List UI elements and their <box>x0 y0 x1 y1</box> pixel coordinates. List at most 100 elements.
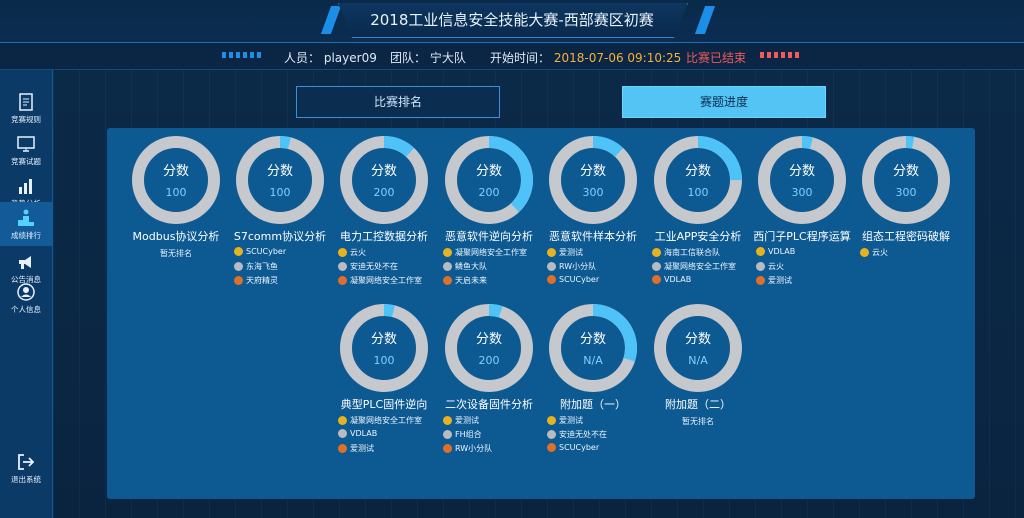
tab-progress[interactable]: 赛题进度 <box>622 86 826 118</box>
team-name: 安迪无处不在 <box>559 430 607 439</box>
gold-medal-icon <box>338 416 347 425</box>
team-name: 东海飞鱼 <box>246 262 278 271</box>
ring-score: 300 <box>896 186 917 199</box>
rank-row: 凝聚网络安全工作室 <box>338 415 434 429</box>
score-ring: 分数 100 <box>340 304 428 392</box>
challenge-title: 组态工程密码破解 <box>862 230 950 243</box>
stripe-decoration-right <box>760 52 800 58</box>
challenge-card[interactable]: 分数 100 工业APP安全分析 海南工信联合队 凝聚网络安全工作室 VDLAB <box>648 134 748 289</box>
team-name: 云火 <box>872 248 888 257</box>
ring-label: 分数 <box>685 332 711 347</box>
team-name: SCUCyber <box>559 443 600 452</box>
sidebar-item-label: 个人信息 <box>11 305 41 314</box>
gold-medal-icon <box>443 416 452 425</box>
ring-track <box>549 136 637 224</box>
challenge-card[interactable]: 分数 100 典型PLC固件逆向 凝聚网络安全工作室 VDLAB 爱测试 <box>334 302 434 457</box>
tab-ranking[interactable]: 比赛排名 <box>296 86 500 118</box>
rank-row: 安迪无处不在 <box>547 429 643 443</box>
ring-track <box>132 136 220 224</box>
challenge-title: 恶意软件逆向分析 <box>445 230 533 243</box>
sidebar-item-questions[interactable]: 竞赛试题 <box>0 128 52 172</box>
gold-medal-icon <box>443 248 452 257</box>
rank-row: VDLAB <box>652 275 748 289</box>
ring-score: 300 <box>583 186 604 199</box>
challenge-card[interactable]: 分数 N/A 附加题（一） 爱测试 安迪无处不在 SCUCyber <box>543 302 643 457</box>
sidebar-item-label: 成绩排行 <box>11 231 41 240</box>
podium-icon <box>18 209 34 226</box>
challenge-title: 附加题（一） <box>560 398 626 411</box>
ring-track <box>862 136 950 224</box>
sidebar: 竞赛规则 竞赛试题 趋势分析 成绩排行 公告消息 个人信息 <box>0 70 53 518</box>
team-name: 海南工信联合队 <box>664 248 720 257</box>
gold-medal-icon <box>547 248 556 257</box>
sidebar-item-label: 竞赛试题 <box>11 157 41 166</box>
ring-track <box>340 304 428 392</box>
score-ring: 分数 100 <box>654 136 742 224</box>
bronze-medal-icon <box>547 275 556 284</box>
rank-row: 云火 <box>338 247 434 261</box>
rank-row: SCUCyber <box>547 443 643 457</box>
team-name: 天启未来 <box>455 276 487 285</box>
ring-score: 100 <box>166 186 187 199</box>
ring-score: 100 <box>270 186 291 199</box>
rank-row: 爱测试 <box>547 247 643 261</box>
rank-list: 爱测试 安迪无处不在 SCUCyber <box>543 415 643 457</box>
silver-medal-icon <box>338 262 347 271</box>
challenge-title: Modbus协议分析 <box>132 230 220 243</box>
rank-row: 云火 <box>756 261 852 275</box>
rank-list: VDLAB 云火 爱测试 <box>752 247 852 289</box>
rank-row: 凝聚网络安全工作室 <box>652 261 748 275</box>
monitor-icon <box>17 136 35 152</box>
challenge-card[interactable]: 分数 200 恶意软件逆向分析 凝聚网络安全工作室 鳞鱼大队 天启未来 <box>439 134 539 289</box>
user-icon <box>17 283 35 301</box>
ring-label: 分数 <box>371 164 397 179</box>
rank-row: 天府精灵 <box>234 275 330 289</box>
challenge-card[interactable]: 分数 100 S7comm协议分析 SCUCyber 东海飞鱼 天府精灵 <box>230 134 330 289</box>
challenge-card[interactable]: 分数 300 恶意软件样本分析 爱测试 RW小分队 SCUCyber <box>543 134 643 289</box>
ring-label: 分数 <box>476 332 502 347</box>
start-time-info: 开始时间： 2018-07-06 09:10:25 <box>490 49 681 66</box>
ring-label: 分数 <box>893 164 919 179</box>
sidebar-item-rules[interactable]: 竞赛规则 <box>0 86 52 130</box>
team-name: 爱测试 <box>455 416 479 425</box>
team-info: 团队： 宁大队 <box>390 49 466 66</box>
team-name: 爱测试 <box>350 444 374 453</box>
silver-medal-icon <box>443 262 452 271</box>
logout-icon <box>18 454 35 470</box>
challenge-card[interactable]: 分数 300 组态工程密码破解云火 <box>856 134 956 261</box>
gold-medal-icon <box>547 416 556 425</box>
challenge-card[interactable]: 分数 200 二次设备固件分析 爱测试 FH组合 RW小分队 <box>439 302 539 457</box>
challenge-card[interactable]: 分数 200 电力工控数据分析 云火 安迪无处不在 凝聚网络安全工作室 <box>334 134 434 289</box>
logout-button[interactable]: 退出系统 <box>0 446 52 490</box>
rank-row: 凝聚网络安全工作室 <box>338 275 434 289</box>
info-bar: 人员： player09 团队： 宁大队 开始时间： 2018-07-06 09… <box>0 43 1024 70</box>
megaphone-icon <box>19 256 31 269</box>
team-label: 团队： <box>390 51 427 65</box>
challenge-card[interactable]: 分数 100 Modbus协议分析 暂无排名 <box>126 134 226 259</box>
rank-row: VDLAB <box>756 247 852 261</box>
rank-row: 东海飞鱼 <box>234 261 330 275</box>
ring-track <box>445 304 533 392</box>
team-name: VDLAB <box>664 275 692 284</box>
bronze-medal-icon <box>338 276 347 285</box>
team-name: 凝聚网络安全工作室 <box>350 416 422 425</box>
sidebar-item-ranking[interactable]: 成绩排行 <box>0 202 52 246</box>
team-name: 爱测试 <box>768 276 792 285</box>
ring-label: 分数 <box>267 164 293 179</box>
start-time-value: 2018-07-06 09:10:25 <box>553 51 682 65</box>
challenge-card[interactable]: 分数 300 西门子PLC程序运算 VDLAB 云火 爱测试 <box>752 134 852 289</box>
gold-medal-icon <box>756 247 765 256</box>
rank-row: 爱测试 <box>756 275 852 289</box>
challenge-title: 电力工控数据分析 <box>340 230 428 243</box>
challenge-card[interactable]: 分数 N/A 附加题（二） 暂无排名 <box>648 302 748 427</box>
bar-chart-icon <box>19 179 32 194</box>
rank-row: 天启未来 <box>443 275 539 289</box>
ring-score: 300 <box>792 186 813 199</box>
ring-score: 200 <box>374 186 395 199</box>
silver-medal-icon <box>652 262 661 271</box>
rank-row: 凝聚网络安全工作室 <box>443 247 539 261</box>
score-ring: 分数 200 <box>445 304 533 392</box>
ring-score: N/A <box>583 354 603 367</box>
score-ring: 分数 300 <box>862 136 950 224</box>
sidebar-item-profile[interactable]: 个人信息 <box>0 276 52 320</box>
